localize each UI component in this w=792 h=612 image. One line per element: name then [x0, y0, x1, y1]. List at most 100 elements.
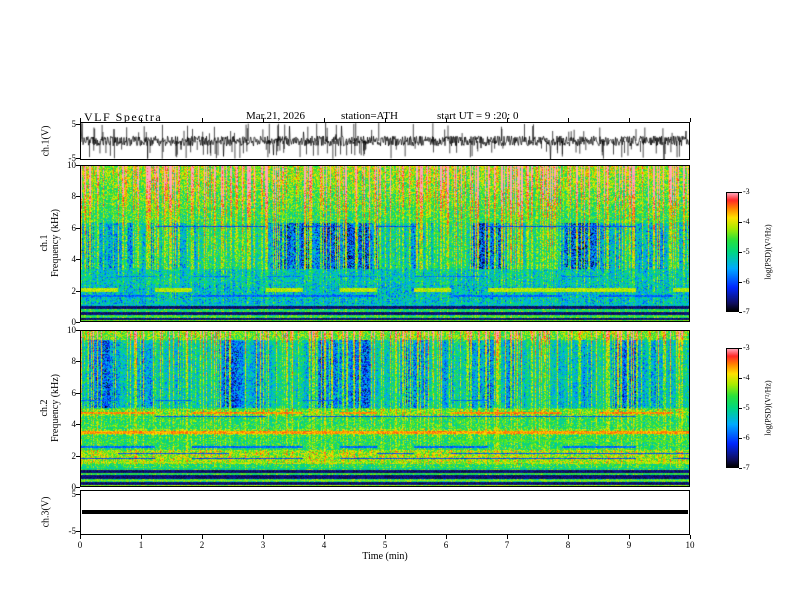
y-axis-tick-label: 2 [71, 450, 77, 461]
colorbar-tick [739, 192, 742, 193]
y-axis-tick [76, 123, 80, 125]
x-axis-tick [385, 535, 386, 539]
ch2-colorbar [726, 348, 739, 468]
x-axis-tick [629, 535, 630, 539]
vlf-spectra-figure: VLF Spectra Mar.21, 2026 station=ATH sta… [0, 0, 792, 612]
y-axis-tick-label: 2 [71, 285, 77, 296]
x-axis-tick [568, 118, 569, 122]
x-axis-tick [507, 118, 508, 122]
x-axis-tick [385, 118, 386, 122]
ch1-waveform-panel [80, 122, 690, 160]
y-axis-tick-label: 8 [71, 191, 77, 202]
y-axis-tick-label: -5 [68, 526, 77, 537]
ch1-wave-ylabel: ch.1(V) [40, 125, 52, 157]
colorbar-tick [739, 282, 742, 283]
colorbar-tick [739, 252, 742, 253]
ch2-spectrogram-canvas [81, 331, 689, 486]
colorbar-tick-label: -3 [743, 343, 750, 352]
x-axis-tick-label: 5 [382, 540, 388, 550]
x-axis-tick [202, 535, 203, 539]
x-axis-tick-label: 3 [260, 540, 266, 550]
x-axis-tick-label: 9 [626, 540, 632, 550]
y-axis-tick [76, 196, 80, 198]
colorbar-tick-label: -5 [743, 247, 750, 256]
y-axis-tick [76, 361, 80, 363]
ch2-spec-ylabel: ch.2 Frequency (kHz) [39, 374, 61, 442]
x-axis-tick-label: 2 [199, 540, 205, 550]
ch1-spectrogram-canvas [81, 166, 689, 321]
x-axis-tick [202, 118, 203, 122]
y-axis-tick [76, 531, 80, 533]
y-axis-tick-label: 4 [71, 254, 77, 265]
y-axis-tick-label: 6 [71, 387, 77, 398]
y-axis-tick [76, 487, 80, 488]
ch1-colorbar-canvas [727, 193, 738, 311]
x-axis-tick [141, 535, 142, 539]
x-axis-tick-label: 6 [443, 540, 449, 550]
ylabel-line: Frequency (kHz) [50, 373, 61, 443]
colorbar-tick [739, 378, 742, 379]
colorbar-tick-label: -6 [743, 433, 750, 442]
ch3-wave-ylabel: ch.3(V) [40, 496, 52, 528]
ch2-colorbar-canvas [727, 349, 738, 467]
ch2-spectrogram-panel [80, 330, 690, 487]
ch2-colorbar-label: log(PSD)(V²/Hz) [763, 380, 773, 436]
y-axis-tick [76, 165, 80, 166]
y-axis-tick-label: 6 [71, 222, 77, 233]
y-axis-tick [76, 227, 80, 229]
x-axis-tick [324, 535, 325, 539]
y-axis-tick [76, 424, 80, 426]
colorbar-tick-label: -3 [743, 187, 750, 196]
x-axis-tick-label: 0 [77, 540, 83, 550]
colorbar-tick-label: -6 [743, 277, 750, 286]
x-axis-tick-label: 4 [321, 540, 327, 550]
ch1-spec-ylabel: ch.1 Frequency (kHz) [39, 209, 61, 277]
ylabel-line: ch.2 [39, 399, 50, 417]
x-axis-tick [690, 118, 691, 122]
ch1-spectrogram-panel [80, 165, 690, 322]
colorbar-tick-label: -7 [743, 463, 750, 472]
x-axis-tick [80, 535, 81, 539]
x-axis-tick [568, 535, 569, 539]
x-axis-tick [629, 118, 630, 122]
x-axis-tick [263, 118, 264, 122]
y-axis-tick [76, 455, 80, 457]
ch3-flatline-trace [82, 510, 688, 514]
colorbar-tick-label: -4 [743, 373, 750, 382]
y-axis-tick [76, 392, 80, 394]
y-axis-tick [76, 493, 80, 495]
y-axis-tick-label: 5 [71, 118, 77, 129]
ch1-waveform-canvas [81, 123, 689, 159]
y-axis-tick [76, 322, 80, 323]
y-axis-tick-label: 10 [67, 325, 76, 335]
y-axis-tick [76, 330, 80, 331]
colorbar-tick [739, 312, 742, 313]
x-axis-tick [80, 118, 81, 122]
y-axis-tick [76, 290, 80, 292]
x-axis-tick [263, 535, 264, 539]
x-axis-tick [446, 118, 447, 122]
x-axis-tick [507, 535, 508, 539]
x-axis-tick-label: 7 [504, 540, 510, 550]
figure-station: station=ATH [341, 110, 398, 122]
x-axis-tick [141, 118, 142, 122]
y-axis-tick-label: 8 [71, 356, 77, 367]
x-axis-tick-label: 10 [685, 540, 695, 550]
x-axis-tick [324, 118, 325, 122]
figure-date: Mar.21, 2026 [246, 110, 305, 122]
ch3-waveform-panel [80, 490, 690, 535]
ylabel-line: Frequency (kHz) [50, 208, 61, 278]
colorbar-tick-label: -7 [743, 307, 750, 316]
x-axis-title: Time (min) [362, 551, 408, 562]
colorbar-tick [739, 468, 742, 469]
ylabel-line: ch.1 [39, 234, 50, 252]
x-axis-tick-label: 1 [138, 540, 144, 550]
colorbar-tick [739, 348, 742, 349]
x-axis-tick-label: 8 [565, 540, 571, 550]
colorbar-tick-label: -4 [743, 217, 750, 226]
x-axis-tick [446, 535, 447, 539]
colorbar-tick [739, 222, 742, 223]
ch1-colorbar [726, 192, 739, 312]
x-axis-tick [690, 535, 691, 539]
colorbar-tick-label: -5 [743, 403, 750, 412]
